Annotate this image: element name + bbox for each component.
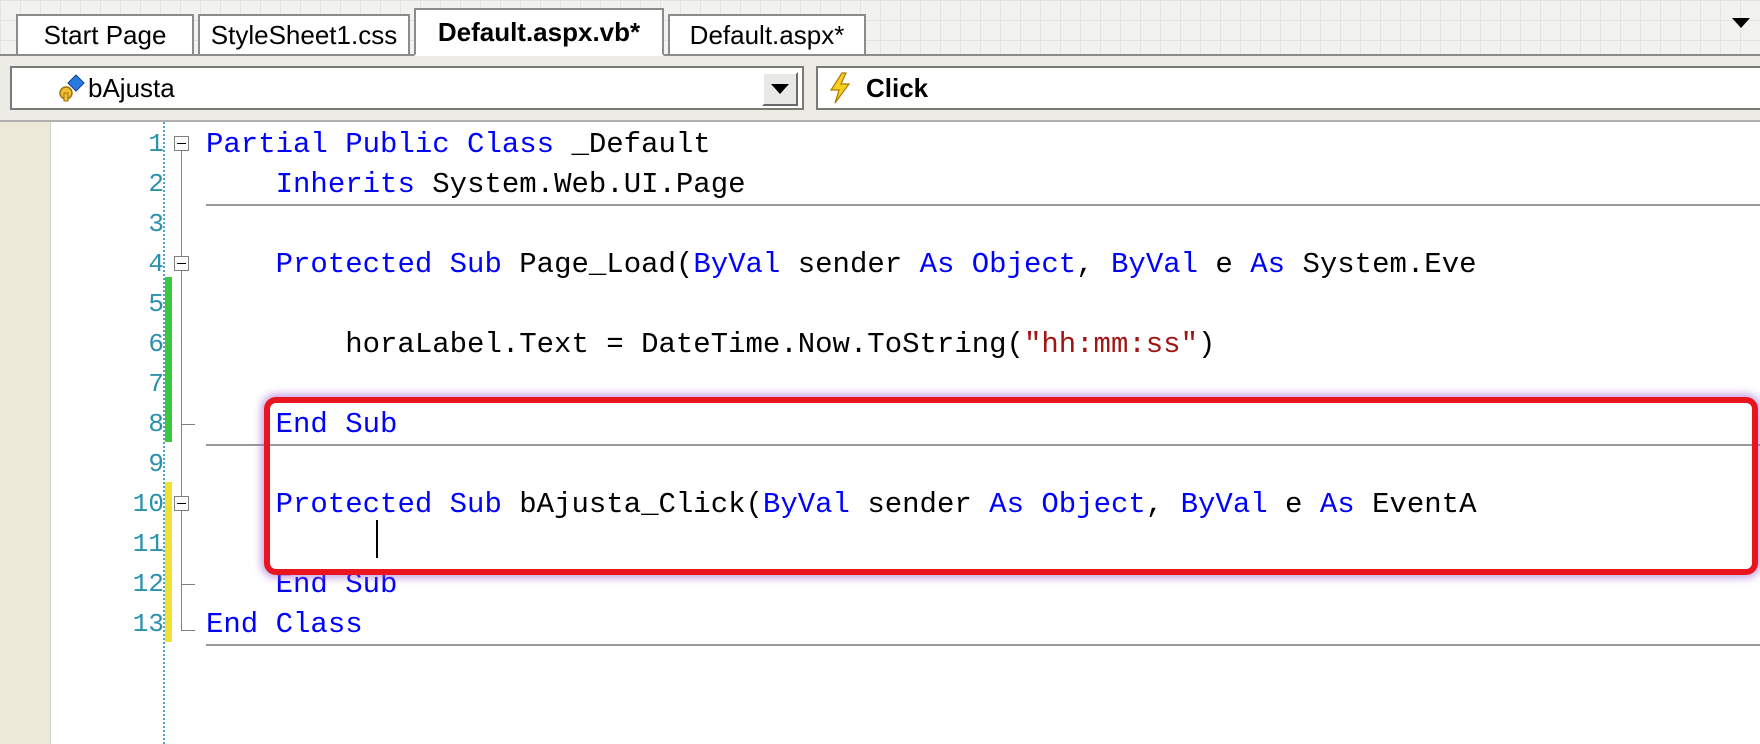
keyword-token: ByVal — [1111, 248, 1199, 281]
tab-stylesheet1-css[interactable]: StyleSheet1.css — [198, 14, 410, 54]
keyword-token: As — [919, 248, 955, 281]
collapse-class-icon[interactable] — [174, 136, 189, 151]
keyword-token: Partial Public Class — [206, 128, 555, 161]
line-number: 9 — [148, 449, 164, 479]
outline-end — [181, 424, 195, 425]
keyword-token: Protected Sub — [275, 248, 502, 281]
outline-end — [181, 630, 195, 631]
object-combo[interactable]: bAjusta — [10, 66, 804, 110]
document-tab-strip: Start Page StyleSheet1.css Default.aspx.… — [0, 0, 1760, 56]
line-number: 2 — [148, 169, 164, 199]
tab-label: Default.aspx* — [689, 19, 845, 50]
chevron-down-icon — [771, 84, 789, 94]
line-number: 7 — [148, 369, 164, 399]
code-line: Inherits System.Web.UI.Page — [206, 162, 746, 207]
code-token: _Default — [554, 128, 711, 161]
tab-label: Start Page — [43, 19, 167, 50]
tab-start-page[interactable]: Start Page — [16, 14, 194, 54]
outline-line — [181, 151, 182, 631]
keyword-token: ByVal — [693, 248, 781, 281]
saved-change-bar — [165, 277, 172, 442]
code-line: End Class — [206, 602, 363, 647]
object-combo-value: bAjusta — [88, 72, 175, 103]
field-icon — [56, 73, 86, 103]
line-number: 11 — [132, 529, 164, 559]
unsaved-change-bar — [165, 482, 172, 642]
line-number: 5 — [148, 289, 164, 319]
code-token: ) — [1197, 328, 1216, 361]
line-number: 4 — [148, 249, 164, 279]
code-token: e — [1198, 248, 1251, 281]
code-token: Page_Load( — [501, 248, 694, 281]
code-token: horaLabel.Text = DateTime.Now.ToString( — [206, 328, 1024, 361]
navigation-bar: bAjusta Click — [0, 56, 1760, 122]
outline-end — [181, 584, 195, 585]
keyword-token: Object — [971, 248, 1077, 281]
tab-default-aspx[interactable]: Default.aspx* — [668, 14, 866, 54]
line-number: 8 — [148, 409, 164, 439]
code-token: , — [1076, 248, 1112, 281]
event-combo-value: Click — [866, 72, 929, 103]
code-line: horaLabel.Text = DateTime.Now.ToString("… — [206, 322, 1215, 367]
tab-label: Default.aspx.vb* — [437, 16, 641, 47]
collapse-bajusta-click-icon[interactable] — [174, 496, 189, 511]
event-combo[interactable]: Click — [816, 66, 1760, 110]
code-token: System.Web.UI.Page — [414, 168, 746, 201]
string-token: "hh:mm:ss" — [1023, 328, 1198, 361]
indicator-margin — [0, 122, 51, 744]
line-number: 13 — [132, 609, 164, 639]
object-combo-dropdown-button[interactable] — [762, 72, 798, 106]
line-number: 10 — [132, 489, 164, 519]
line-number: 12 — [132, 569, 164, 599]
collapse-page-load-icon[interactable] — [174, 256, 189, 271]
line-number: 6 — [148, 329, 164, 359]
code-token: System.Eve — [1285, 248, 1477, 281]
lightning-icon — [826, 72, 854, 104]
keyword-token: End Class — [206, 608, 363, 641]
keyword-token: Inherits — [275, 168, 415, 201]
tab-default-aspx-vb[interactable]: Default.aspx.vb* — [414, 8, 664, 56]
line-number: 3 — [148, 209, 164, 239]
code-line: Partial Public Class _Default — [206, 122, 711, 167]
procedure-separator — [206, 644, 1760, 646]
keyword-token: As — [1250, 248, 1286, 281]
tab-label: StyleSheet1.css — [210, 19, 398, 50]
code-token: sender — [780, 248, 920, 281]
tab-list-dropdown-icon[interactable] — [1732, 18, 1750, 28]
highlight-annotation — [264, 397, 1758, 575]
code-line: Protected Sub Page_Load(ByVal sender As … — [206, 242, 1477, 287]
line-number: 1 — [148, 129, 164, 159]
